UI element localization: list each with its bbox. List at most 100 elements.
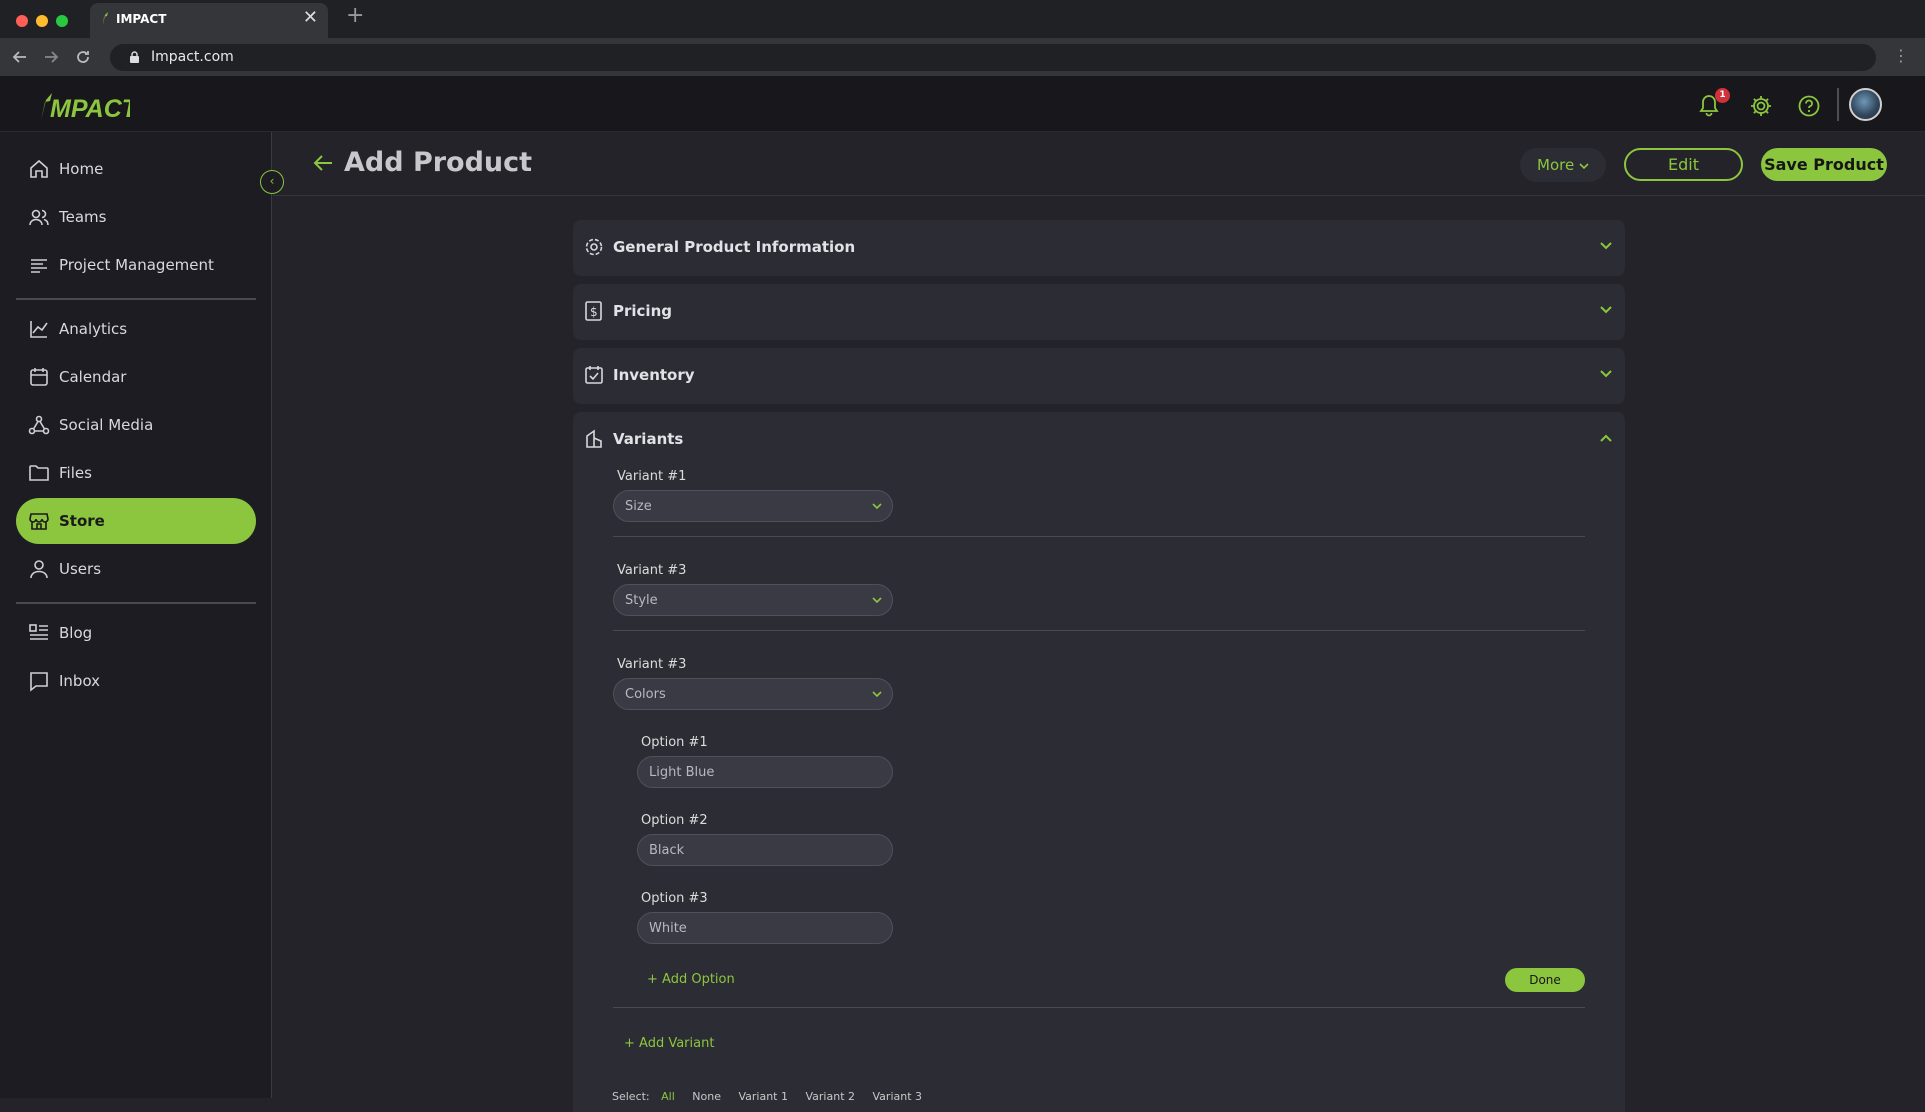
avatar[interactable]	[1849, 88, 1882, 121]
home-icon	[30, 159, 48, 178]
variant-select-value: Size	[625, 499, 652, 514]
edit-button[interactable]: Edit	[1624, 148, 1743, 181]
maximize-window-icon[interactable]	[56, 15, 68, 27]
add-variant-label: Add Variant	[639, 1036, 715, 1051]
variant-select[interactable]: Size	[613, 490, 893, 522]
variant-label: Variant #3	[617, 563, 687, 578]
blog-icon	[29, 624, 48, 640]
svg-text:MPACT: MPACT	[50, 95, 130, 122]
option-label: Option #2	[641, 813, 708, 828]
variant-divider	[613, 630, 1585, 631]
browser-tab[interactable]: IMPACT ✕	[90, 3, 328, 38]
chevron-down-icon	[1600, 306, 1612, 314]
back-arrow-icon[interactable]	[312, 152, 334, 174]
close-window-icon[interactable]	[16, 15, 28, 27]
section-general-info[interactable]: General Product Information	[573, 220, 1625, 276]
sidebar-item-label: Teams	[59, 208, 107, 226]
option-label: Option #1	[641, 735, 708, 750]
chevron-down-icon	[1600, 242, 1612, 250]
variants-icon	[586, 429, 602, 448]
address-bar[interactable]: Impact.com	[110, 44, 1876, 71]
impact-logo[interactable]: MPACT	[38, 90, 140, 126]
sidebar-item-files[interactable]: Files	[16, 450, 256, 496]
filter-variant-1[interactable]: Variant 1	[738, 1090, 788, 1103]
browser-tabstrip: IMPACT ✕ +	[0, 0, 1925, 38]
new-tab-button[interactable]: +	[346, 3, 364, 28]
option-input-value: Black	[649, 843, 685, 858]
help-icon[interactable]	[1796, 93, 1822, 119]
sidebar-item-label: Calendar	[59, 368, 127, 386]
variant-label: Variant #1	[617, 469, 687, 484]
option-input[interactable]: Light Blue	[637, 756, 893, 788]
filter-label: Select:	[612, 1090, 650, 1103]
url-text: Impact.com	[151, 49, 234, 65]
variant-select[interactable]: Colors	[613, 678, 893, 710]
sidebar-divider	[16, 298, 256, 300]
sidebar-item-label: Users	[59, 560, 102, 578]
chevron-up-icon[interactable]	[1599, 433, 1613, 443]
header-divider	[1837, 88, 1839, 121]
plus-icon: +	[624, 1036, 640, 1051]
sidebar-item-label: Social Media	[59, 416, 154, 434]
logo-graphic: MPACT	[41, 93, 140, 123]
sidebar-item-inbox[interactable]: Inbox	[16, 658, 256, 704]
pricing-icon: $	[585, 301, 602, 321]
sidebar-item-label: Blog	[59, 624, 93, 642]
calendar-icon	[30, 368, 48, 386]
sidebar-item-label: Files	[59, 464, 92, 482]
option-input[interactable]: White	[637, 912, 893, 944]
save-product-button[interactable]: Save Product	[1761, 148, 1887, 181]
done-button[interactable]: Done	[1505, 968, 1585, 992]
section-title: Inventory	[613, 366, 695, 384]
option-input[interactable]: Black	[637, 834, 893, 866]
sidebar-item-teams[interactable]: Teams	[16, 194, 256, 240]
user-icon	[30, 560, 48, 579]
teams-icon	[29, 209, 49, 226]
chevron-down-icon	[1600, 370, 1612, 378]
add-variant-button[interactable]: + Add Variant	[624, 1036, 714, 1051]
inventory-icon	[585, 366, 603, 384]
sidebar-item-label: Inbox	[59, 672, 101, 690]
variant-filter-row: Select: All None Variant 1 Variant 2 Var…	[612, 1090, 922, 1103]
chevron-down-icon	[1579, 163, 1589, 170]
settings-icon[interactable]	[1748, 93, 1774, 119]
tab-title: IMPACT	[116, 12, 167, 26]
browser-menu-icon[interactable]: ⋮	[1893, 46, 1909, 65]
lock-icon	[130, 51, 139, 63]
section-pricing[interactable]: $ Pricing	[573, 284, 1625, 340]
section-title: Pricing	[613, 302, 672, 320]
sidebar-item-calendar[interactable]: Calendar	[16, 354, 256, 400]
option-label: Option #3	[641, 891, 708, 906]
close-tab-icon[interactable]: ✕	[303, 7, 318, 28]
plus-icon: +	[647, 972, 663, 987]
inbox-icon	[30, 672, 48, 692]
filter-variant-3[interactable]: Variant 3	[873, 1090, 923, 1103]
sidebar-divider	[16, 602, 256, 604]
minimize-window-icon[interactable]	[36, 15, 48, 27]
section-title: General Product Information	[613, 238, 856, 256]
variant-select[interactable]: Style	[613, 584, 893, 616]
sidebar-item-project-management[interactable]: Project Management	[16, 242, 256, 288]
filter-all[interactable]: All	[661, 1090, 675, 1103]
sidebar-item-analytics[interactable]: Analytics	[16, 306, 256, 352]
filter-variant-2[interactable]: Variant 2	[806, 1090, 856, 1103]
sidebar-item-users[interactable]: Users	[16, 546, 256, 592]
section-inventory[interactable]: Inventory	[573, 348, 1625, 404]
sidebar-item-home[interactable]: Home	[16, 146, 256, 192]
sidebar-item-label: Store	[59, 512, 105, 530]
reload-icon[interactable]	[75, 49, 91, 65]
sidebar-item-label: Project Management	[59, 256, 214, 274]
variant-select-value: Style	[625, 593, 658, 608]
page-title: Add Product	[344, 147, 533, 178]
add-option-button[interactable]: + Add Option	[647, 972, 735, 987]
sidebar-item-blog[interactable]: Blog	[16, 610, 256, 656]
back-icon[interactable]	[12, 49, 28, 65]
sidebar-item-social-media[interactable]: Social Media	[16, 402, 256, 448]
filter-none[interactable]: None	[692, 1090, 721, 1103]
chevron-down-icon	[872, 597, 882, 604]
forward-icon[interactable]	[43, 49, 59, 65]
variant-label: Variant #3	[617, 657, 687, 672]
browser-toolbar: Impact.com ⋮	[0, 38, 1925, 76]
sidebar-item-store[interactable]: Store	[16, 498, 256, 544]
more-button[interactable]: More	[1520, 148, 1606, 182]
